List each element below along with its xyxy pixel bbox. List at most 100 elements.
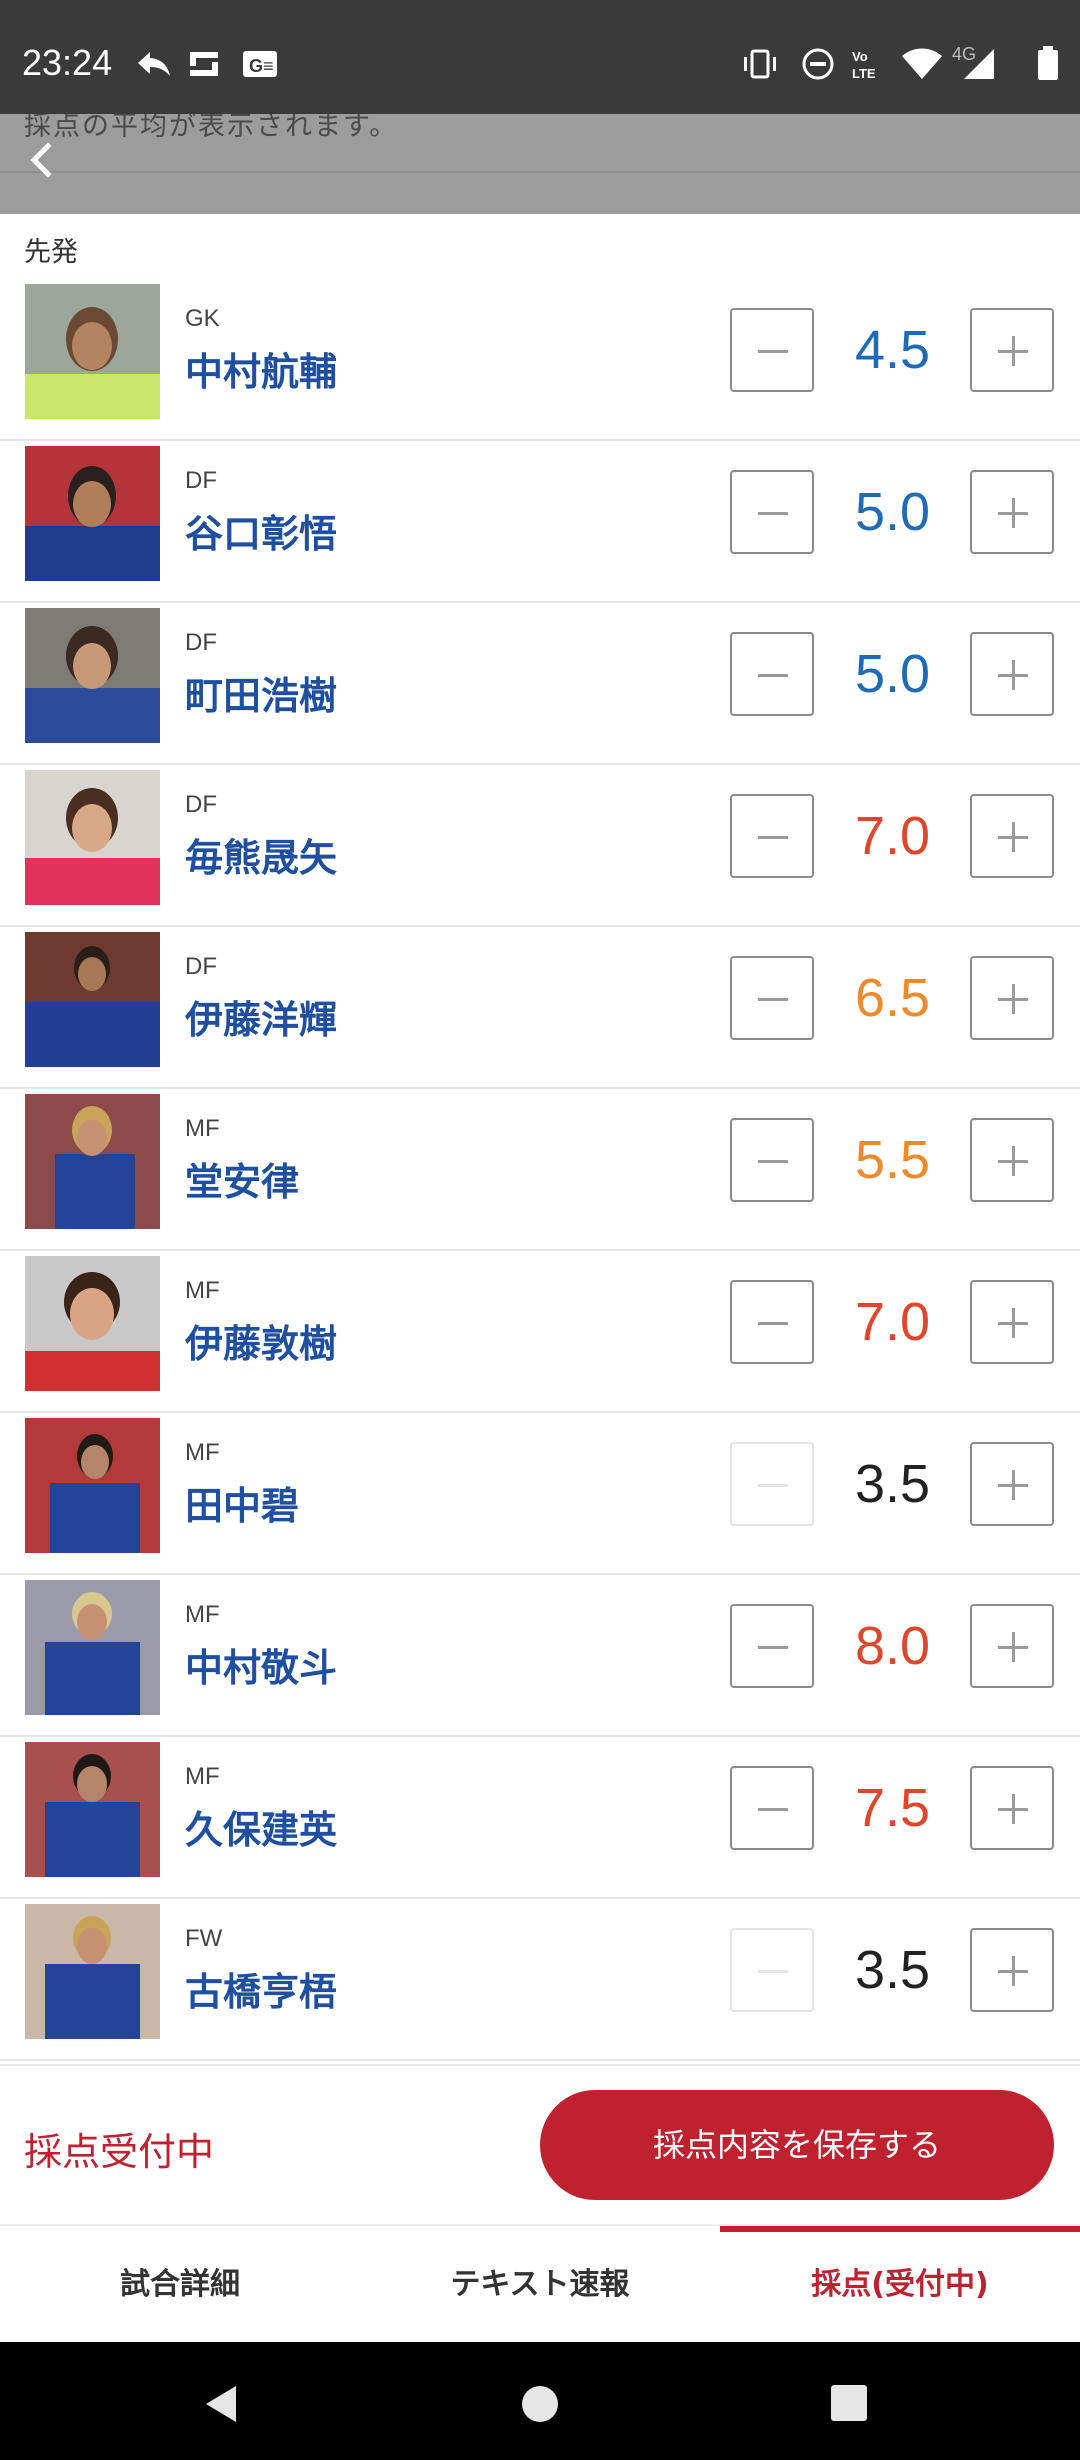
player-photo: [25, 1742, 160, 1877]
player-row: DF 谷口彰悟 5.0: [0, 441, 1080, 603]
increase-score-button[interactable]: [970, 1280, 1054, 1364]
player-name[interactable]: 久保建英: [185, 1799, 337, 1854]
svg-text:Vo: Vo: [852, 49, 868, 64]
player-name[interactable]: 谷口彰悟: [185, 503, 337, 558]
battery-icon: [1038, 46, 1058, 80]
score-value: 3.5: [854, 1454, 931, 1514]
player-name[interactable]: 中村航輔: [185, 341, 337, 396]
dnd-icon: [802, 48, 834, 80]
player-photo: [25, 608, 160, 743]
save-scores-button[interactable]: 採点内容を保存する: [540, 2090, 1054, 2200]
player-photo: [25, 1580, 160, 1715]
nav-home-icon[interactable]: [520, 2384, 560, 2424]
decrease-score-button[interactable]: [730, 308, 814, 392]
wifi-icon: [902, 48, 942, 79]
player-position: MF: [185, 1763, 220, 1790]
player-position: GK: [185, 305, 220, 332]
player-name[interactable]: 伊藤敦樹: [185, 1313, 337, 1368]
scoring-status-label: 採点受付中: [24, 2130, 215, 2174]
tab-match-details[interactable]: 試合詳細: [0, 2226, 360, 2344]
increase-score-button[interactable]: [970, 308, 1054, 392]
player-position: MF: [185, 1277, 220, 1304]
player-photo: [25, 1094, 160, 1229]
score-value: 8.0: [854, 1616, 931, 1676]
g-news-icon: G≡: [243, 51, 277, 77]
increase-score-button[interactable]: [970, 956, 1054, 1040]
player-row: MF 伊藤敦樹 7.0: [0, 1251, 1080, 1413]
player-name[interactable]: 古橋亨梧: [185, 1961, 337, 2016]
decrease-score-button[interactable]: [730, 1604, 814, 1688]
nav-back-icon[interactable]: [204, 2384, 240, 2424]
player-position: MF: [185, 1601, 220, 1628]
header-divider: [0, 171, 1080, 173]
decrease-score-button[interactable]: [730, 1280, 814, 1364]
svg-text:G≡: G≡: [249, 56, 274, 76]
score-value: 7.5: [854, 1778, 931, 1838]
player-name[interactable]: 堂安律: [185, 1151, 299, 1206]
player-name[interactable]: 中村敬斗: [185, 1637, 337, 1692]
section-label-starters: 先発: [24, 237, 78, 268]
score-value: 7.0: [854, 806, 931, 866]
player-position: DF: [185, 791, 217, 818]
tab-scoring[interactable]: 採点(受付中): [720, 2226, 1080, 2344]
svg-text:LTE: LTE: [852, 66, 876, 81]
action-bar: 採点受付中 採点内容を保存する: [0, 2064, 1080, 2224]
player-row: FW 古橋亨梧 3.5: [0, 1899, 1080, 2061]
score-value: 5.0: [854, 482, 931, 542]
status-time: 23:24: [22, 42, 113, 83]
player-position: MF: [185, 1115, 220, 1142]
player-name[interactable]: 田中碧: [185, 1475, 299, 1530]
increase-score-button[interactable]: [970, 470, 1054, 554]
decrease-score-button[interactable]: [730, 1928, 814, 2012]
player-row: MF 久保建英 7.5: [0, 1737, 1080, 1899]
back-icon[interactable]: [14, 132, 70, 188]
vibrate-icon: [744, 49, 776, 79]
nav-recents-icon[interactable]: [830, 2384, 868, 2422]
score-value: 6.5: [854, 968, 931, 1028]
increase-score-button[interactable]: [970, 1118, 1054, 1202]
header-text: 採点の平均が表示されます。: [24, 114, 399, 142]
score-value: 5.0: [854, 644, 931, 704]
decrease-score-button[interactable]: [730, 470, 814, 554]
increase-score-button[interactable]: [970, 1928, 1054, 2012]
decrease-score-button[interactable]: [730, 956, 814, 1040]
player-list: GK 中村航輔 4.5 DF 谷口彰悟 5.0 DF 町田浩樹 5.0 DF 毎…: [0, 279, 1080, 2061]
increase-score-button[interactable]: [970, 1442, 1054, 1526]
bottom-tabs: 試合詳細 テキスト速報 採点(受付中): [0, 2224, 1080, 2342]
player-name[interactable]: 町田浩樹: [185, 665, 337, 720]
player-photo: [25, 770, 160, 905]
player-row: DF 伊藤洋輝 6.5: [0, 927, 1080, 1089]
status-bar: 23:24 G≡ Vo LTE 4G: [0, 0, 1080, 114]
player-row: MF 田中碧 3.5: [0, 1413, 1080, 1575]
increase-score-button[interactable]: [970, 794, 1054, 878]
score-value: 3.5: [854, 1940, 931, 2000]
increase-score-button[interactable]: [970, 632, 1054, 716]
score-value: 4.5: [854, 320, 931, 380]
player-name[interactable]: 伊藤洋輝: [185, 989, 337, 1044]
player-photo: [25, 1256, 160, 1391]
increase-score-button[interactable]: [970, 1604, 1054, 1688]
decrease-score-button[interactable]: [730, 632, 814, 716]
player-row: MF 堂安律 5.5: [0, 1089, 1080, 1251]
player-position: DF: [185, 467, 217, 494]
player-photo: [25, 932, 160, 1067]
player-position: DF: [185, 629, 217, 656]
decrease-score-button[interactable]: [730, 1118, 814, 1202]
player-position: MF: [185, 1439, 220, 1466]
increase-score-button[interactable]: [970, 1766, 1054, 1850]
decrease-score-button[interactable]: [730, 794, 814, 878]
player-row: DF 毎熊晟矢 7.0: [0, 765, 1080, 927]
volte-icon: Vo LTE: [852, 49, 876, 81]
player-row: DF 町田浩樹 5.0: [0, 603, 1080, 765]
player-photo: [25, 1904, 160, 2039]
player-name[interactable]: 毎熊晟矢: [185, 827, 337, 882]
reply-icon: [138, 52, 170, 76]
player-position: DF: [185, 953, 217, 980]
decrease-score-button[interactable]: [730, 1442, 814, 1526]
player-photo: [25, 1418, 160, 1553]
player-row: MF 中村敬斗 8.0: [0, 1575, 1080, 1737]
tab-text-updates[interactable]: テキスト速報: [360, 2226, 720, 2344]
decrease-score-button[interactable]: [730, 1766, 814, 1850]
player-photo: [25, 284, 160, 419]
signal-icon: [964, 49, 994, 79]
